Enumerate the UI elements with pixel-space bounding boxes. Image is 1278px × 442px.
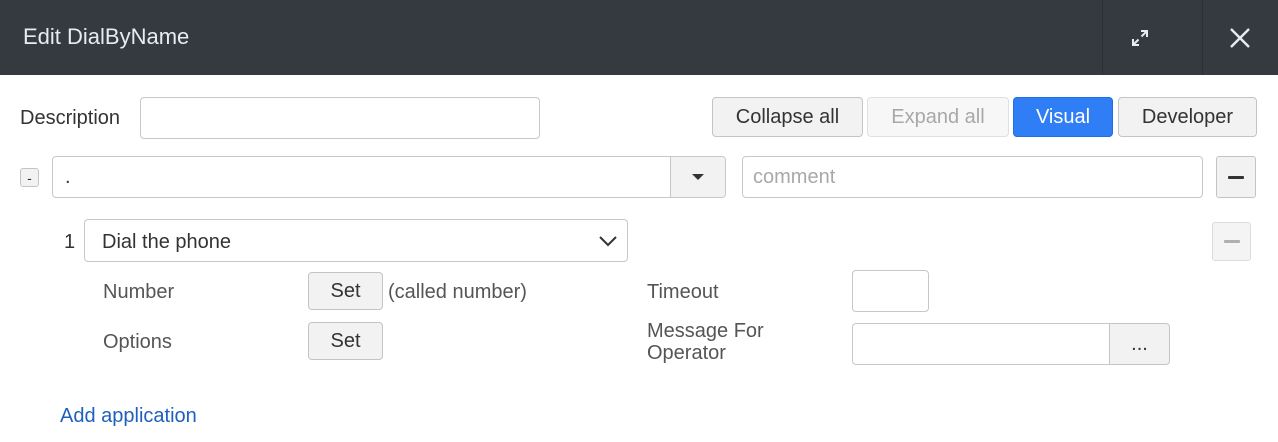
comment-input[interactable]	[742, 156, 1203, 198]
options-set-button[interactable]: Set	[308, 322, 383, 360]
timeout-param-label: Timeout	[647, 281, 719, 303]
remove-step-button[interactable]	[1212, 222, 1251, 261]
developer-mode-button[interactable]: Developer	[1118, 97, 1257, 137]
collapse-all-button[interactable]: Collapse all	[712, 97, 863, 137]
close-icon	[1228, 26, 1252, 50]
message-label-line1: Message For	[647, 320, 764, 342]
chevron-down-icon	[599, 234, 617, 252]
description-input[interactable]	[140, 97, 540, 139]
dialog-titlebar: Edit DialByName	[0, 0, 1278, 75]
context-toggle-label: -	[27, 169, 32, 186]
number-hint: (called number)	[388, 281, 527, 303]
step-number: 1	[64, 231, 76, 253]
maximize-button[interactable]	[1102, 0, 1177, 75]
remove-context-button[interactable]	[1216, 156, 1256, 198]
message-more-button[interactable]: ...	[1109, 323, 1170, 365]
caret-down-icon	[692, 174, 704, 180]
minus-icon	[1223, 240, 1240, 243]
options-param-label: Options	[103, 331, 172, 353]
application-select[interactable]: Dial the phone	[84, 219, 628, 262]
context-select[interactable]: .	[52, 156, 726, 198]
dialog-title: Edit DialByName	[23, 24, 190, 49]
number-param-label: Number	[103, 281, 175, 303]
context-collapse-toggle[interactable]: -	[20, 168, 39, 187]
expand-arrows-icon	[1130, 28, 1150, 48]
minus-icon	[1228, 175, 1244, 179]
expand-all-button[interactable]: Expand all	[867, 97, 1009, 137]
message-for-operator-input[interactable]	[852, 323, 1110, 365]
timeout-input[interactable]	[852, 270, 929, 312]
message-label-line2: Operator	[647, 342, 726, 364]
context-value: .	[65, 166, 71, 188]
visual-mode-button[interactable]: Visual	[1013, 97, 1113, 137]
message-for-operator-label: Message For Operator	[647, 320, 764, 364]
close-button[interactable]	[1202, 0, 1277, 75]
number-set-button[interactable]: Set	[308, 272, 383, 310]
add-application-link[interactable]: Add application	[60, 405, 197, 428]
description-label: Description	[20, 107, 121, 129]
application-value: Dial the phone	[102, 231, 231, 253]
context-dropdown-button[interactable]	[670, 157, 725, 197]
